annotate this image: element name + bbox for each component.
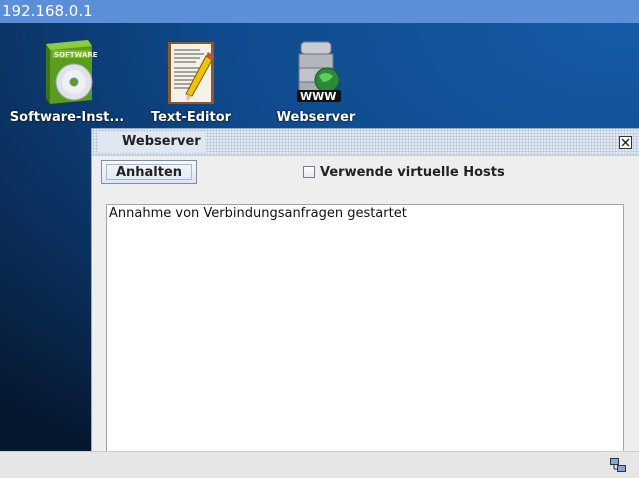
address-text: 192.168.0.1	[2, 2, 93, 20]
log-output[interactable]: Annahme von Verbindungsanfragen gestarte…	[106, 204, 624, 452]
webserver-window: Webserver Anhalten Verwende virtuelle Ho…	[91, 128, 639, 452]
window-title: Webserver	[98, 132, 205, 152]
svg-text:WWW: WWW	[300, 90, 336, 103]
stop-button[interactable]: Anhalten	[101, 160, 197, 184]
close-icon	[621, 138, 630, 147]
desktop-icon-label: Software-Inst...	[9, 110, 125, 125]
address-bar: 192.168.0.1	[0, 0, 639, 23]
software-installer-icon: SOFTWARE	[46, 40, 98, 104]
status-bar	[0, 451, 639, 478]
close-button[interactable]	[619, 136, 632, 149]
text-editor-icon	[168, 42, 214, 104]
svg-text:SOFTWARE: SOFTWARE	[54, 51, 98, 59]
desktop-icon-label: Text-Editor	[150, 110, 232, 125]
desktop-icon-software-installer[interactable]: SOFTWARE Software-Inst...	[7, 38, 127, 125]
log-line: Annahme von Verbindungsanfragen gestarte…	[109, 206, 407, 221]
virtual-hosts-label: Verwende virtuelle Hosts	[320, 165, 505, 180]
virtual-hosts-checkbox[interactable]	[303, 166, 315, 178]
desktop-icon-text-editor[interactable]: Text-Editor	[131, 38, 251, 125]
network-icon[interactable]	[609, 456, 627, 474]
stop-button-label: Anhalten	[106, 164, 192, 180]
window-titlebar[interactable]: Webserver	[92, 129, 639, 156]
desktop-icon-webserver[interactable]: WWW Webserver	[256, 38, 376, 125]
webserver-icon: WWW	[297, 41, 341, 103]
desktop-icon-label: Webserver	[276, 110, 356, 125]
